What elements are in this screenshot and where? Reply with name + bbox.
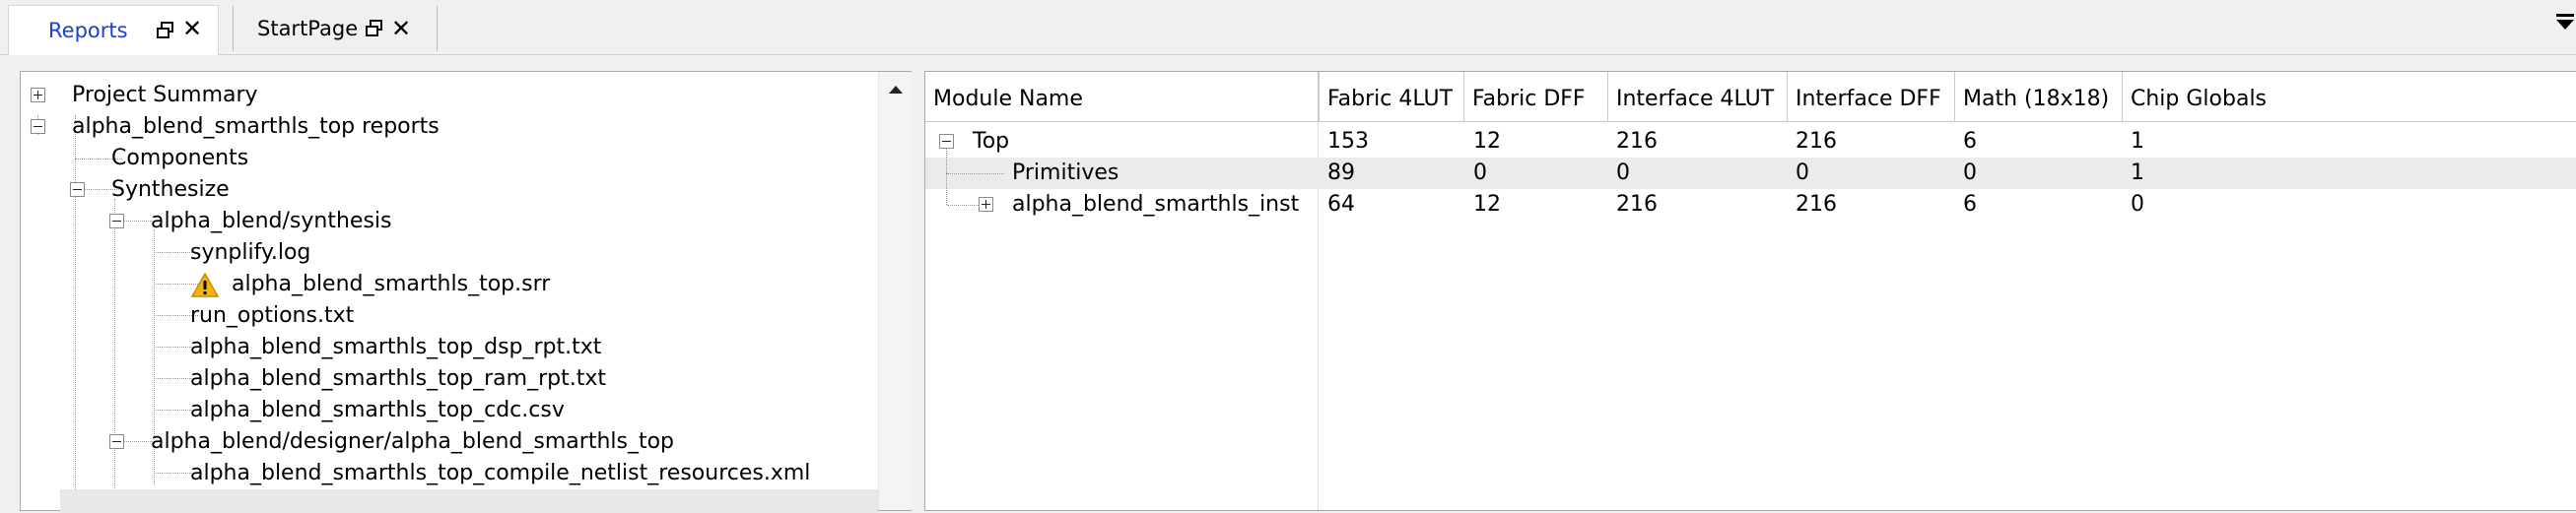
resource-usage-panel: Module Name Fabric 4LUT Fabric DFF Inter… [924, 71, 2576, 511]
tree-item-project-summary[interactable]: Project Summary [72, 80, 258, 111]
math-value: 6 [1963, 192, 1977, 217]
module-name: Top [973, 129, 1010, 154]
tab-startpage-label: StartPage [257, 17, 359, 40]
interface-dff-value: 216 [1796, 129, 1837, 154]
fabric-4lut-value: 89 [1327, 160, 1355, 185]
chip-globals-value: 1 [2131, 160, 2144, 185]
document-tab-bar: Reports ✕ StartPage ✕ [0, 0, 2576, 55]
fabric-dff-value: 12 [1473, 192, 1501, 217]
float-window-icon[interactable] [366, 20, 383, 37]
tree-item-synthesis-folder[interactable]: alpha_blend/synthesis [151, 206, 391, 237]
column-header-module-name[interactable]: Module Name [925, 72, 1319, 121]
column-header-fabric-dff[interactable]: Fabric DFF [1464, 72, 1608, 121]
tree-item-reports-root[interactable]: alpha_blend_smarthls_top reports [72, 111, 440, 143]
tree-item-srr[interactable]: alpha_blend_smarthls_top.srr [232, 269, 550, 300]
column-header-fabric-4lut[interactable]: Fabric 4LUT [1319, 72, 1464, 121]
collapse-icon[interactable] [109, 434, 124, 449]
tree-item-cdc-csv[interactable]: alpha_blend_smarthls_top_cdc.csv [190, 395, 565, 426]
tab-reports[interactable]: Reports ✕ [8, 5, 219, 55]
tree-item-ram-rpt[interactable]: alpha_blend_smarthls_top_ram_rpt.txt [190, 363, 606, 395]
table-row[interactable]: Primitives 89 0 0 0 0 1 [925, 148, 2576, 189]
tree-item-designer-folder[interactable]: alpha_blend/designer/alpha_blend_smarthl… [151, 426, 674, 458]
math-value: 0 [1963, 160, 1977, 185]
fabric-4lut-value: 153 [1327, 129, 1369, 154]
tree-item-netlist-resources[interactable]: alpha_blend_smarthls_top_compile_netlist… [190, 458, 810, 489]
column-header-interface-dff[interactable]: Interface DFF [1788, 72, 1955, 121]
tree-item-synthesize[interactable]: Synthesize [111, 174, 230, 206]
interface-dff-value: 216 [1796, 192, 1837, 217]
resource-usage-table: Module Name Fabric 4LUT Fabric DFF Inter… [925, 72, 2576, 510]
tab-list-dropdown-icon[interactable] [2556, 14, 2574, 30]
tree-item-components[interactable]: Components [111, 143, 248, 174]
fabric-dff-value: 0 [1473, 160, 1487, 185]
expand-icon[interactable] [31, 88, 45, 102]
close-tab-icon[interactable]: ✕ [391, 17, 411, 40]
interface-4lut-value: 0 [1616, 160, 1630, 185]
column-header-math[interactable]: Math (18x18) [1955, 72, 2123, 121]
tree-item-synplify-log[interactable]: synplify.log [190, 237, 310, 269]
tree-vertical-scrollbar[interactable] [878, 72, 912, 510]
column-header-chip-globals[interactable]: Chip Globals [2123, 72, 2576, 121]
module-name: Primitives [1012, 160, 1119, 185]
tab-reports-label: Reports [48, 19, 128, 42]
column-header-interface-4lut[interactable]: Interface 4LUT [1608, 72, 1788, 121]
collapse-icon[interactable] [31, 119, 45, 134]
interface-4lut-value: 216 [1616, 129, 1658, 154]
fabric-dff-value: 12 [1473, 129, 1501, 154]
chip-globals-value: 0 [2131, 192, 2144, 217]
tree-item-dsp-rpt[interactable]: alpha_blend_smarthls_top_dsp_rpt.txt [190, 332, 601, 363]
expand-icon[interactable] [979, 197, 993, 212]
close-tab-icon[interactable]: ✕ [182, 17, 202, 40]
module-name: alpha_blend_smarthls_inst [1012, 192, 1300, 217]
reports-tree: Project Summary alpha_blend_smarthls_top… [21, 72, 878, 513]
collapse-icon[interactable] [939, 134, 954, 149]
reports-tree-panel: Project Summary alpha_blend_smarthls_top… [20, 71, 912, 513]
scroll-up-arrow-icon[interactable] [889, 86, 903, 94]
tab-startpage[interactable]: StartPage ✕ [233, 6, 438, 51]
table-row[interactable]: Top 153 12 216 216 6 1 [925, 126, 2576, 158]
collapse-icon[interactable] [109, 214, 124, 228]
collapse-icon[interactable] [70, 182, 85, 197]
selected-tree-row[interactable] [60, 489, 878, 513]
warning-icon [190, 272, 220, 297]
chip-globals-value: 1 [2131, 129, 2144, 154]
interface-4lut-value: 216 [1616, 192, 1658, 217]
float-window-icon[interactable] [157, 22, 174, 39]
math-value: 6 [1963, 129, 1977, 154]
fabric-4lut-value: 64 [1327, 192, 1355, 217]
table-row[interactable]: alpha_blend_smarthls_inst 64 12 216 216 … [925, 173, 2576, 221]
interface-dff-value: 0 [1796, 160, 1809, 185]
tree-item-run-options[interactable]: run_options.txt [190, 300, 354, 332]
